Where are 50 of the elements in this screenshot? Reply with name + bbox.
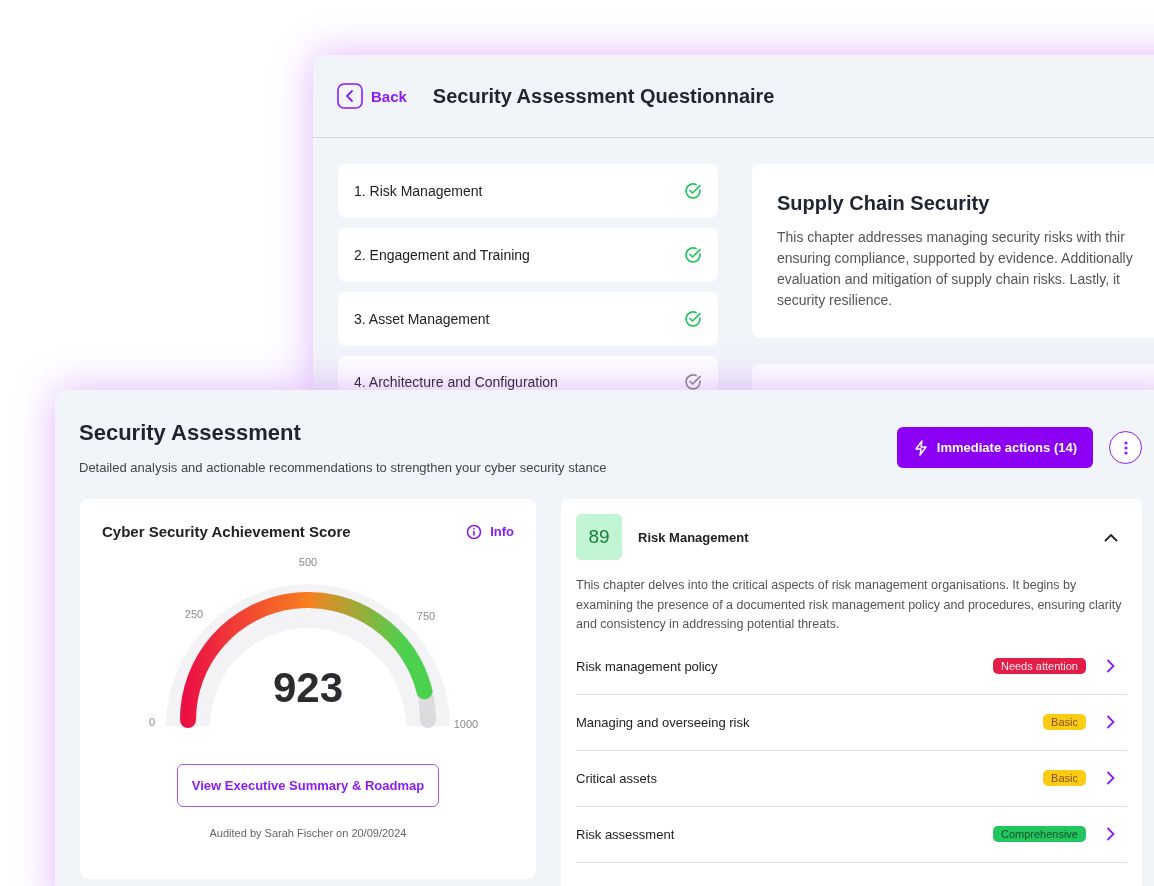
info-link[interactable]: Info <box>466 523 514 540</box>
page-subtitle: Detailed analysis and actionable recommendations to strengthen your cyber security stance <box>79 460 607 475</box>
topic-label: Risk management policy <box>576 658 719 674</box>
chapter-description: This chapter delves into the critical aspects of risk management organisations. It begins by examining the presence of a documented risk management policy and procedures, ensuring clarity and consistency in addressing potential threats. <box>576 577 1123 633</box>
immediate-actions-button[interactable]: Immediate actions (14) <box>896 427 1093 468</box>
chevron-right-icon <box>1106 715 1115 729</box>
back-button[interactable]: Back <box>337 83 407 109</box>
chapter-item[interactable]: 4. Architecture and Configuration <box>338 356 718 392</box>
chapter-label: 4. Architecture and Configuration <box>354 374 558 390</box>
status-badge: Basic <box>1043 714 1086 730</box>
info-icon <box>466 523 483 540</box>
topic-label: Critical assets <box>576 770 658 786</box>
gauge-tick-label: 250 <box>184 608 204 620</box>
status-badge: Comprehensive <box>992 826 1086 842</box>
page-title: Security Assessment <box>79 420 302 446</box>
chapter-label: 1. Risk Management <box>354 183 483 199</box>
chapter-item[interactable]: 3. Asset Management <box>338 292 718 346</box>
topic-row[interactable]: Risk assessment Comprehensive <box>576 806 1127 863</box>
topic-row[interactable]: Critical assets Basic <box>576 750 1127 807</box>
chevron-icon[interactable] <box>1104 532 1118 542</box>
chapter-description: This chapter addresses managing security risks with thir ensuring compliance, supported by evidence. Additionally evaluation and mitigation of supply chain risks. Lastly, it security resilience. <box>777 228 1134 310</box>
topic-row[interactable]: Risk management policy Needs attention <box>576 638 1127 695</box>
chevron-right-icon <box>1106 827 1115 841</box>
window-title: Security Assessment Questionnaire <box>432 84 775 108</box>
score-value: 923 <box>272 664 344 711</box>
chapter-label: 2. Engagement and Training <box>354 247 530 263</box>
gauge-tick-label: 500 <box>298 556 318 568</box>
lightning-icon <box>912 439 929 456</box>
card-title: Supply Chain Security <box>777 192 991 215</box>
topic-label: Managing and overseeing risk <box>576 714 751 730</box>
chapter-title: Risk Management <box>638 529 750 545</box>
status-badge: Basic <box>1043 770 1086 786</box>
executive-summary-button[interactable]: View Executive Summary & Roadmap <box>176 764 440 807</box>
topic-row[interactable]: Managing and overseeing risk Basic <box>576 694 1127 751</box>
kebab-icon <box>1123 440 1128 455</box>
status-badge: Needs attention <box>992 658 1086 674</box>
chevron-left-icon <box>337 83 363 109</box>
audit-note: Audited by Sarah Fischer on 20/09/2024 <box>209 827 407 839</box>
chapter-label: 3. Asset Management <box>354 311 490 327</box>
chevron-right-icon <box>1106 771 1115 785</box>
chapter-score: 89 <box>576 514 622 560</box>
chevron-right-icon <box>1106 659 1115 673</box>
topic-label: Risk assessment <box>576 826 676 842</box>
chapter-item[interactable]: 2. Engagement and Training <box>338 228 718 282</box>
chapter-item[interactable]: 1. Risk Management <box>338 164 718 218</box>
more-options-button[interactable] <box>1109 431 1142 464</box>
gauge-tick-label: 0 <box>148 716 156 728</box>
gauge-tick-label: 1000 <box>453 718 479 730</box>
gauge-tick-label: 750 <box>416 610 436 622</box>
card-title: Cyber Security Achievement Score <box>102 523 351 540</box>
